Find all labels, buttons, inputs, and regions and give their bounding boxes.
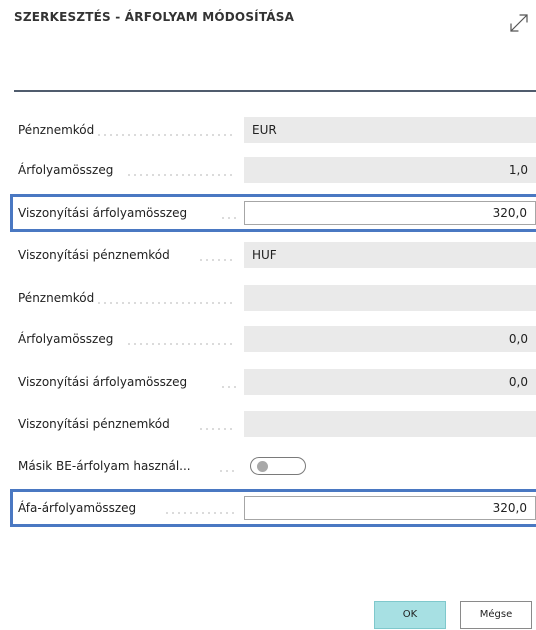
currency-code-field: EUR — [244, 117, 536, 143]
relational-exchange-amount-field-2: 0,0 — [244, 369, 536, 395]
cancel-button[interactable]: Mégse — [460, 601, 532, 629]
dot-leader — [218, 470, 238, 472]
expand-icon[interactable] — [508, 12, 530, 34]
field-label: Viszonyítási árfolyamösszeg — [18, 375, 188, 389]
field-row-use-other-vat-rate: Másik BE-árfolyam használ... — [14, 453, 536, 479]
field-label: Másik BE-árfolyam használ... — [18, 459, 191, 473]
field-label: Pénznemkód — [18, 291, 95, 305]
field-row-exchange-amount-2: Árfolyamösszeg 0,0 — [14, 326, 536, 352]
field-label: Viszonyítási pénznemkód — [18, 248, 170, 262]
relational-exchange-amount-input[interactable]: 320,0 — [244, 201, 536, 225]
field-row-exchange-amount: Árfolyamösszeg 1,0 — [14, 157, 536, 183]
field-label: Áfa-árfolyamösszeg — [18, 501, 137, 515]
dot-leader — [198, 428, 234, 430]
dot-leader — [220, 386, 238, 388]
dot-leader — [220, 217, 238, 219]
dot-leader — [164, 512, 238, 514]
field-row-vat-exchange-amount: Áfa-árfolyamösszeg 320,0 — [14, 495, 536, 521]
toggle-knob — [257, 461, 268, 472]
relational-currency-code-field: HUF — [244, 242, 536, 268]
vat-exchange-amount-input[interactable]: 320,0 — [244, 496, 536, 520]
dot-leader — [126, 343, 234, 345]
relational-currency-code-field-2 — [244, 411, 536, 437]
field-label: Viszonyítási árfolyamösszeg — [18, 206, 188, 220]
field-row-currency-code-2: Pénznemkód — [14, 285, 536, 311]
field-label: Árfolyamösszeg — [18, 332, 114, 346]
field-label: Pénznemkód — [18, 123, 95, 137]
field-label: Viszonyítási pénznemkód — [18, 417, 170, 431]
field-row-relational-exchange-amount: Viszonyítási árfolyamösszeg 320,0 — [14, 200, 536, 226]
dot-leader — [96, 134, 234, 136]
use-other-rate-toggle[interactable] — [250, 457, 306, 475]
dot-leader — [96, 302, 234, 304]
field-label: Árfolyamösszeg — [18, 163, 114, 177]
field-row-currency-code: Pénznemkód EUR — [14, 117, 536, 143]
exchange-amount-field-2: 0,0 — [244, 326, 536, 352]
field-row-relational-currency-code: Viszonyítási pénznemkód HUF — [14, 242, 536, 268]
exchange-amount-field: 1,0 — [244, 157, 536, 183]
header-separator — [14, 90, 536, 92]
ok-button[interactable]: OK — [374, 601, 446, 629]
dot-leader — [198, 259, 234, 261]
dialog-title: SZERKESZTÉS - ÁRFOLYAM MÓDOSÍTÁSA — [14, 10, 295, 24]
dot-leader — [126, 174, 234, 176]
field-row-relational-currency-code-2: Viszonyítási pénznemkód — [14, 411, 536, 437]
currency-code-field-2 — [244, 285, 536, 311]
field-row-relational-exchange-amount-2: Viszonyítási árfolyamösszeg 0,0 — [14, 369, 536, 395]
